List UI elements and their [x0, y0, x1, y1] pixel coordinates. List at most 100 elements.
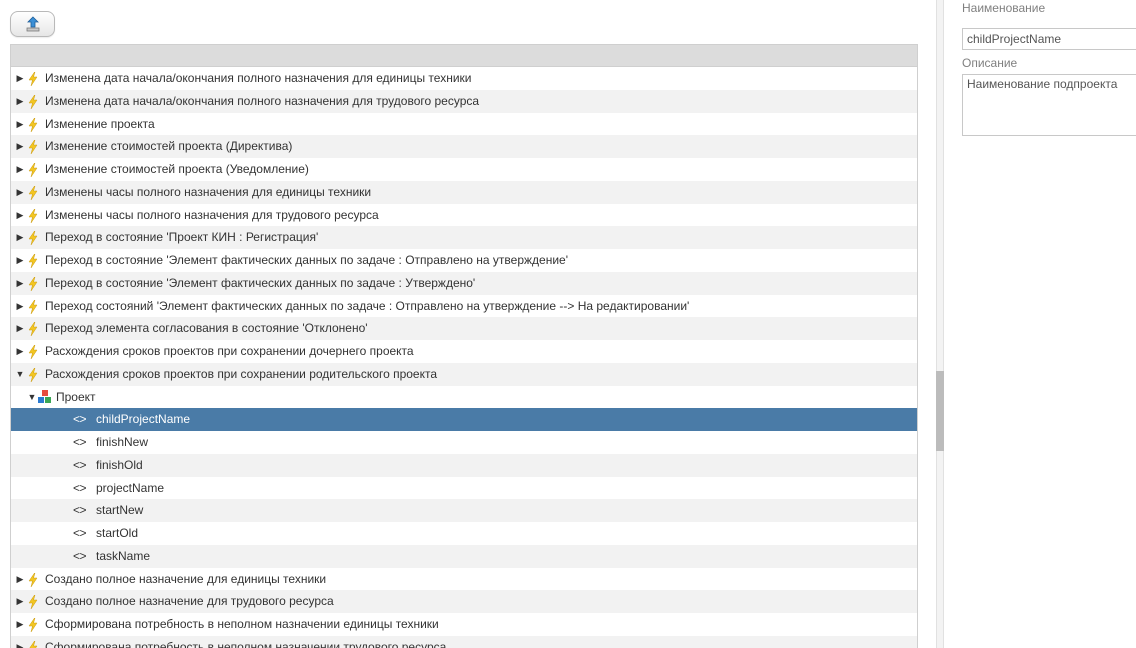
tree-item-label: Изменена дата начала/окончания полного н… — [45, 93, 480, 108]
event-row[interactable]: ▶ Переход в состояние 'Элемент фактически… — [11, 271, 917, 295]
code-brackets-icon: <> — [73, 526, 87, 540]
expand-arrow-icon[interactable]: ▶ — [15, 226, 25, 249]
expand-arrow-icon[interactable]: ▶ — [15, 295, 25, 318]
tree-item-label: Сформирована потребность в неполном назн… — [45, 617, 439, 631]
field-row[interactable]: <> taskName — [11, 544, 917, 568]
field-row[interactable]: <> childProjectName — [11, 408, 917, 431]
lightning-icon — [28, 139, 38, 158]
lightning-icon — [28, 162, 38, 181]
upload-icon — [26, 16, 39, 32]
event-tree-panel: ▶ Изменена дата начала/окончания полного … — [10, 44, 918, 648]
lightning-icon — [28, 230, 38, 249]
event-row[interactable]: ▶ Переход в состояние 'Элемент фактически… — [11, 249, 917, 272]
tree-item-label: Проект — [56, 389, 96, 404]
expand-arrow-icon[interactable]: ▶ — [15, 568, 25, 591]
tree-item-label: Переход элемента согласования в состояни… — [45, 321, 368, 336]
collapse-arrow-icon[interactable]: ▼ — [15, 363, 25, 386]
expand-arrow-icon[interactable]: ▶ — [15, 204, 25, 227]
app-root: ▶ Изменена дата начала/окончания полного … — [0, 0, 1136, 648]
code-brackets-icon: <> — [73, 503, 87, 518]
event-row-expanded[interactable]: ▼ Расхождения сроков проектов при сохране… — [11, 362, 917, 386]
event-row[interactable]: ▶ Переход в состояние 'Проект КИН : Регис… — [11, 226, 917, 249]
event-row[interactable]: ▶ Изменена дата начала/окончания полного … — [11, 67, 917, 90]
upload-button[interactable] — [10, 11, 55, 37]
field-row[interactable]: <> finishOld — [11, 453, 917, 477]
event-row[interactable]: ▶ Изменение стоимостей проекта (Директива… — [11, 135, 917, 158]
lightning-icon — [28, 572, 38, 591]
lightning-icon — [28, 617, 38, 636]
expand-arrow-icon[interactable]: ▶ — [15, 590, 25, 613]
code-brackets-icon: <> — [73, 435, 87, 449]
code-brackets-icon: <> — [73, 548, 87, 563]
lightning-icon — [28, 367, 38, 386]
tree-item-label: startOld — [96, 526, 139, 540]
tree-item-label: childProjectName — [96, 412, 191, 427]
tree-item-label: Переход в состояние 'Проект КИН : Регист… — [45, 230, 319, 245]
code-brackets-icon: <> — [73, 480, 87, 495]
event-row[interactable]: ▶ Переход элемента согласования в состоян… — [11, 317, 917, 340]
tree-item-label: Изменение стоимостей проекта (Уведомлени… — [45, 162, 309, 176]
expand-arrow-icon[interactable]: ▶ — [15, 317, 25, 340]
field-row[interactable]: <> finishNew — [11, 431, 917, 454]
code-brackets-icon: <> — [73, 412, 87, 427]
lightning-icon — [28, 117, 38, 136]
field-row[interactable]: <> startOld — [11, 522, 917, 545]
event-row[interactable]: ▶ Сформирована потребность в неполном наз… — [11, 635, 917, 648]
event-row[interactable]: ▶ Изменены часы полного назначения для тр… — [11, 204, 917, 227]
lightning-icon — [28, 208, 38, 227]
tree-item-label: Переход состояний 'Элемент фактических д… — [45, 298, 690, 313]
expand-arrow-icon[interactable]: ▶ — [15, 613, 25, 636]
expand-arrow-icon[interactable]: ▶ — [15, 90, 25, 113]
event-row[interactable]: ▶ Переход состояний 'Элемент фактических … — [11, 295, 917, 318]
expand-arrow-icon[interactable]: ▶ — [15, 181, 25, 204]
tree-rows: ▶ Изменена дата начала/окончания полного … — [11, 67, 917, 648]
expand-arrow-icon[interactable]: ▶ — [15, 158, 25, 181]
description-label: Описание — [962, 56, 1018, 70]
tree-item-label: Изменение проекта — [45, 116, 155, 131]
event-row[interactable]: ▶ Сформирована потребность в неполном наз… — [11, 613, 917, 636]
tree-item-label: Расхождения сроков проектов при сохранен… — [45, 344, 414, 358]
expand-arrow-icon[interactable]: ▶ — [15, 249, 25, 272]
expand-arrow-icon[interactable]: ▶ — [15, 67, 25, 90]
event-row[interactable]: ▶ Изменена дата начала/окончания полного … — [11, 89, 917, 113]
event-row[interactable]: ▶ Расхождения сроков проектов при сохране… — [11, 340, 917, 363]
field-row[interactable]: <> projectName — [11, 477, 917, 500]
event-row[interactable]: ▶ Изменение проекта — [11, 113, 917, 136]
tree-item-label: Сформирована потребность в неполном назн… — [45, 639, 447, 648]
event-row[interactable]: ▶ Создано полное назначение для трудового… — [11, 590, 917, 613]
tree-item-label: Изменены часы полного назначения для еди… — [45, 184, 372, 199]
tree-header — [11, 45, 917, 67]
tree-item-label: Изменены часы полного назначения для тру… — [45, 207, 379, 222]
vertical-scrollbar[interactable] — [936, 0, 944, 648]
group-row-project[interactable]: ▼ Проект — [11, 386, 917, 409]
tree-item-label: Создано полное назначение для единицы те… — [45, 571, 327, 586]
lightning-icon — [28, 344, 38, 363]
lightning-icon — [28, 94, 38, 113]
properties-panel: Наименование Описание Наименование подпр… — [962, 0, 1136, 648]
expand-arrow-icon[interactable]: ▶ — [15, 636, 25, 648]
lightning-icon — [28, 185, 38, 204]
tree-item-label: Создано полное назначение для трудового … — [45, 594, 334, 609]
tree-item-label: Изменение стоимостей проекта (Директива) — [45, 139, 293, 154]
expand-arrow-icon[interactable]: ▶ — [15, 272, 25, 295]
event-row[interactable]: ▶ Создано полное назначение для единицы т… — [11, 568, 917, 591]
field-row[interactable]: <> startNew — [11, 499, 917, 522]
lightning-icon — [28, 299, 38, 318]
expand-arrow-icon[interactable]: ▶ — [15, 340, 25, 363]
description-field[interactable]: Наименование подпроекта — [962, 74, 1136, 136]
tree-item-label: startNew — [96, 503, 144, 518]
name-label: Наименование — [962, 1, 1046, 15]
tree-item-label: projectName — [96, 480, 165, 495]
event-row[interactable]: ▶ Изменены часы полного назначения для ед… — [11, 180, 917, 204]
tree-item-label: Расхождения сроков проектов при сохранен… — [45, 366, 438, 381]
collapse-arrow-icon[interactable]: ▼ — [27, 386, 37, 409]
expand-arrow-icon[interactable]: ▶ — [15, 113, 25, 136]
lightning-icon — [28, 594, 38, 613]
code-brackets-icon: <> — [73, 457, 87, 472]
tree-item-label: Изменена дата начала/окончания полного н… — [45, 71, 472, 85]
name-field[interactable] — [962, 28, 1136, 50]
expand-arrow-icon[interactable]: ▶ — [15, 135, 25, 158]
scrollbar-thumb[interactable] — [936, 371, 944, 451]
lightning-icon — [28, 321, 38, 340]
event-row[interactable]: ▶ Изменение стоимостей проекта (Уведомлен… — [11, 158, 917, 181]
